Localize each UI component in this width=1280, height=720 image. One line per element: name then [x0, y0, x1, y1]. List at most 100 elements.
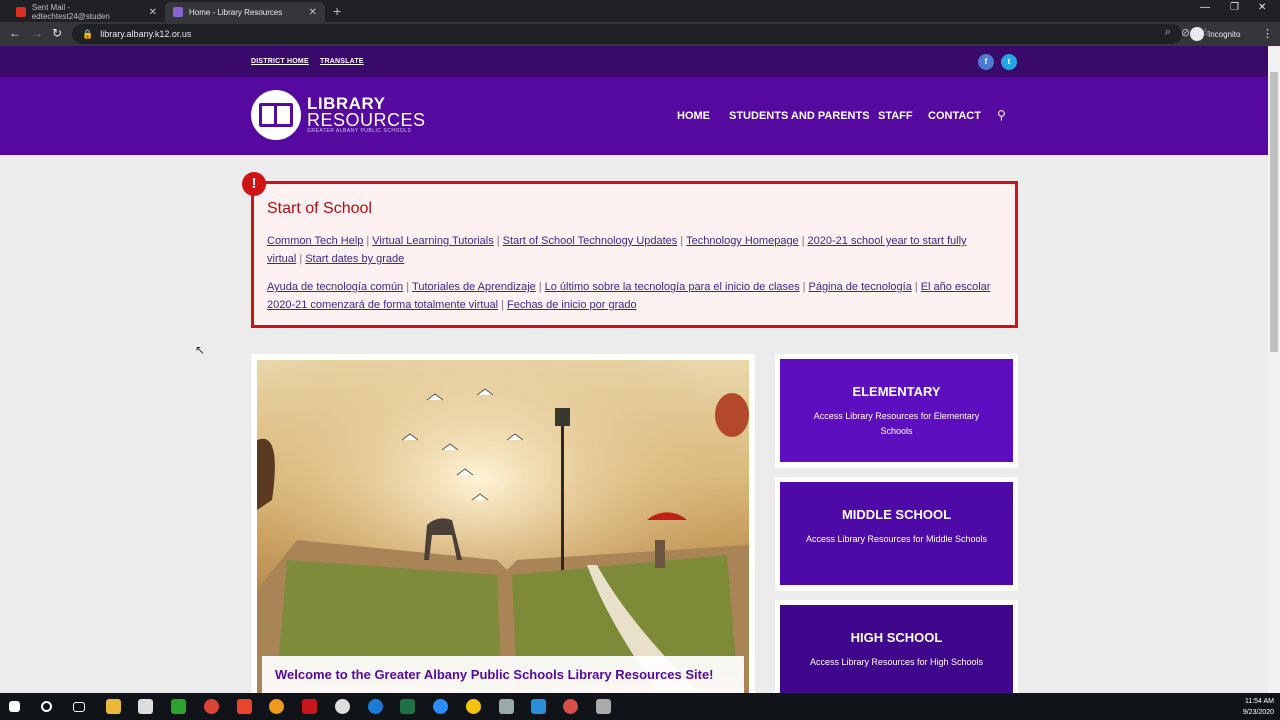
translate-link[interactable]: TRANSLATE — [320, 58, 364, 65]
eye-off-icon[interactable]: ⊘ — [1181, 26, 1190, 39]
browser-tab-strip: Sent Mail - edtechtest24@studen ✕ Home -… — [0, 0, 1280, 22]
separator: | — [406, 281, 410, 293]
middle-school-title: MIDDLE SCHOOL — [841, 507, 952, 522]
middle-school-card[interactable]: MIDDLE SCHOOL Access Library Resources f… — [775, 477, 1018, 591]
lock-icon: 🔒 — [82, 28, 94, 39]
close-window-icon[interactable]: ✕ — [1258, 2, 1266, 13]
clock[interactable]: 11:54 AM 9/23/2020 — [1243, 696, 1274, 718]
incognito-indicator[interactable]: Incognito — [1190, 27, 1240, 41]
app-cloud-icon[interactable] — [499, 699, 514, 714]
close-tab-icon[interactable]: ✕ — [149, 7, 157, 18]
clock-time: 11:54 AM — [1244, 698, 1274, 705]
alert-title: Start of School — [267, 200, 372, 217]
district-home-link[interactable]: DISTRICT HOME — [251, 58, 309, 65]
tab-title: Home - Library Resources — [189, 7, 283, 17]
forward-icon[interactable]: → — [31, 26, 43, 40]
profile-label: Incognito — [1208, 29, 1241, 39]
chrome-canary-icon[interactable] — [466, 699, 481, 714]
top-utility-bar: DISTRICT HOME TRANSLATE f t — [0, 46, 1268, 77]
link-tutoriales[interactable]: Tutoriales de Aprendizaje — [412, 281, 536, 293]
task-view-icon[interactable] — [73, 702, 85, 712]
mouse-cursor-icon: ↖ — [195, 343, 206, 357]
alert-exclamation-icon: ! — [242, 172, 266, 196]
site-header: LIBRARY RESOURCES GREATER ALBANY PUBLIC … — [0, 77, 1268, 155]
logo-book-icon[interactable] — [251, 90, 301, 140]
file-explorer-icon[interactable] — [106, 699, 121, 714]
nav-contact[interactable]: CONTACT — [928, 110, 981, 122]
english-links: Common Tech Help | Virtual Learning Tutori… — [267, 232, 997, 268]
link-start-dates-by-grade[interactable]: Start dates by grade — [305, 253, 404, 265]
high-school-card[interactable]: HIGH SCHOOL Access Library Resources for… — [775, 600, 1018, 693]
logo-tagline: GREATER ALBANY PUBLIC SCHOOLS — [307, 128, 412, 134]
site-favicon-icon — [173, 7, 183, 17]
camtasia-icon[interactable] — [171, 699, 186, 714]
tab-library-resources[interactable]: Home - Library Resources ✕ — [165, 2, 325, 22]
firefox-icon[interactable] — [269, 699, 284, 714]
app-s-icon[interactable] — [531, 699, 546, 714]
app-red-icon[interactable] — [302, 699, 317, 714]
separator: | — [802, 281, 806, 293]
link-technology-homepage[interactable]: Technology Homepage — [686, 235, 799, 247]
separator: | — [501, 299, 504, 311]
clock-date: 9/23/2020 — [1242, 709, 1274, 716]
search-icon[interactable]: ⚲ — [997, 108, 1006, 122]
separator: | — [680, 235, 684, 247]
reload-icon[interactable]: ↻ — [52, 26, 62, 40]
browser-toolbar: ← → ↻ 🔒 library.albany.k12.or.us ⌕ ⊘ ☆ — [0, 22, 1280, 46]
store-icon[interactable] — [138, 699, 153, 714]
zoom-icon[interactable]: ⌕ — [1165, 26, 1171, 39]
close-tab-icon[interactable]: ✕ — [309, 7, 317, 18]
middle-school-panel[interactable]: MIDDLE SCHOOL Access Library Resources f… — [780, 482, 1013, 585]
separator: | — [801, 235, 805, 247]
chrome-icon[interactable] — [204, 699, 219, 714]
back-icon[interactable]: ← — [9, 26, 21, 40]
excel-icon[interactable] — [400, 699, 415, 714]
nav-staff[interactable]: STAFF — [878, 110, 913, 122]
screencast-icon[interactable] — [237, 699, 252, 714]
link-lo-ultimo-tecnologia[interactable]: Lo último sobre la tecnología para el in… — [545, 281, 800, 293]
incognito-icon — [1190, 27, 1204, 41]
high-school-subtitle: Access Library Resources for High School… — [809, 657, 984, 667]
separator: | — [366, 235, 370, 247]
start-of-school-alert: Start of School Common Tech Help | Virtual… — [251, 181, 1018, 328]
elementary-subtitle: Access Library Resources for Elementary … — [813, 411, 980, 436]
welcome-text: Welcome to the Greater Albany Public Sch… — [275, 667, 714, 682]
url-text: library.albany.k12.or.us — [100, 29, 192, 39]
scrollbar-thumb[interactable] — [1270, 72, 1278, 352]
tab-sent-mail[interactable]: Sent Mail - edtechtest24@studen ✕ — [8, 2, 165, 22]
separator: | — [496, 235, 500, 247]
gmail-icon — [16, 7, 26, 17]
windows-start-icon[interactable] — [9, 701, 20, 712]
nav-students-and-parents[interactable]: STUDENTS AND PARENTS — [729, 110, 870, 122]
link-ayuda-tecnologia[interactable]: Ayuda de tecnología común — [267, 281, 403, 293]
minimize-icon[interactable]: — — [1200, 2, 1210, 13]
hero-card[interactable]: Welcome to the Greater Albany Public Sch… — [251, 354, 755, 693]
zoom-icon[interactable] — [433, 699, 448, 714]
elementary-card[interactable]: ELEMENTARY Access Library Resources for … — [775, 354, 1018, 468]
elementary-panel[interactable]: ELEMENTARY Access Library Resources for … — [780, 359, 1013, 462]
search-icon[interactable] — [41, 701, 52, 712]
address-bar[interactable]: 🔒 library.albany.k12.or.us — [72, 24, 1182, 44]
nav-home[interactable]: HOME — [677, 110, 710, 122]
app-globe-icon[interactable] — [335, 699, 350, 714]
restore-icon[interactable]: ❐ — [1230, 2, 1239, 13]
link-fechas-inicio[interactable]: Fechas de inicio por grado — [507, 299, 637, 311]
edge-icon[interactable] — [368, 699, 383, 714]
chrome-menu-icon[interactable]: ⋮ — [1262, 27, 1273, 40]
link-common-tech-help[interactable]: Common Tech Help — [267, 235, 363, 247]
page-viewport: DISTRICT HOME TRANSLATE f t LIBRARY RESO… — [0, 46, 1268, 693]
app-swirl-icon[interactable] — [563, 699, 578, 714]
link-start-of-school-tech-updates[interactable]: Start of School Technology Updates — [503, 235, 678, 247]
facebook-icon[interactable]: f — [978, 54, 994, 70]
app-desktop-icon[interactable] — [596, 699, 611, 714]
twitter-icon[interactable]: t — [1001, 54, 1017, 70]
high-school-panel[interactable]: HIGH SCHOOL Access Library Resources for… — [780, 605, 1013, 693]
link-pagina-tecnologia[interactable]: Página de tecnología — [808, 281, 911, 293]
spanish-links: Ayuda de tecnología común | Tutoriales de … — [267, 278, 997, 314]
link-virtual-learning-tutorials[interactable]: Virtual Learning Tutorials — [372, 235, 493, 247]
page-scrollbar[interactable] — [1268, 46, 1280, 693]
separator: | — [538, 281, 542, 293]
new-tab-icon[interactable]: + — [333, 3, 341, 19]
hero-illustration — [257, 360, 749, 693]
separator: | — [299, 253, 303, 265]
